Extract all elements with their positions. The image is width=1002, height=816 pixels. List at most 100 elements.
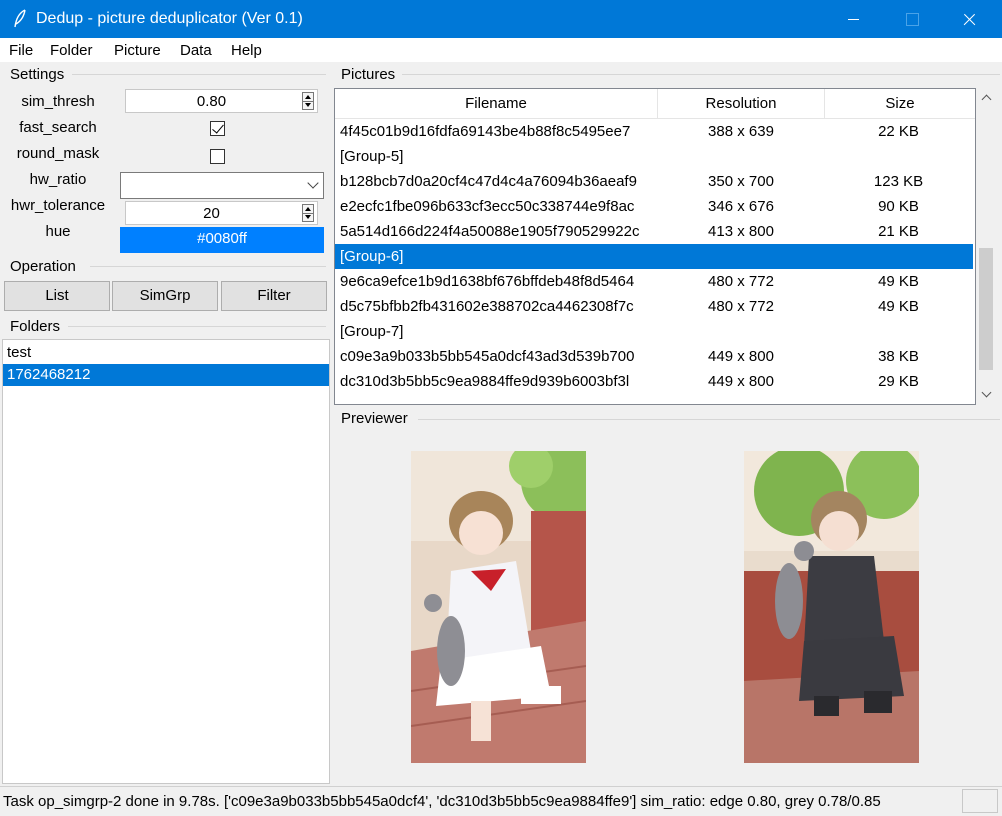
hue-color-button[interactable]: #0080ff xyxy=(120,227,324,253)
scroll-thumb[interactable] xyxy=(979,248,993,370)
filename-cell: [Group-7] xyxy=(340,323,404,340)
resolution-cell xyxy=(658,319,824,344)
group-row[interactable]: [Group-7] xyxy=(335,319,973,344)
scroll-up-icon[interactable] xyxy=(976,88,996,108)
filename-cell: 4f45c01b9d16fdfa69143be4b88f8c5495ee7 xyxy=(340,123,631,140)
size-cell: 49 KB xyxy=(878,273,919,290)
menu-help[interactable]: Help xyxy=(231,42,262,59)
table-row[interactable]: b128bcb7d0a20cf4c47d4c4a76094b36aeaf9 350… xyxy=(335,169,973,194)
resolution-cell: 449 x 800 xyxy=(708,348,774,365)
preview-image-2 xyxy=(744,451,919,763)
folders-frame-label: Folders xyxy=(8,318,63,335)
spin-arrows-icon[interactable] xyxy=(302,204,314,222)
menu-folder[interactable]: Folder xyxy=(50,42,93,59)
size-cell: 22 KB xyxy=(878,123,919,140)
round-mask-label: round_mask xyxy=(16,145,100,162)
folder-item-selected[interactable]: 1762468212 xyxy=(3,364,329,386)
hwr-tolerance-value: 20 xyxy=(203,205,220,222)
fast-search-label: fast_search xyxy=(19,119,97,136)
resolution-cell: 350 x 700 xyxy=(708,173,774,190)
resolution-cell: 413 x 800 xyxy=(708,223,774,240)
filename-cell: 9e6ca9efce1b9d1638bf676bffdeb48f8d5464 xyxy=(340,273,635,290)
list-button[interactable]: List xyxy=(4,281,110,311)
hw-ratio-combobox[interactable] xyxy=(120,172,324,199)
resolution-cell: 480 x 772 xyxy=(708,298,774,315)
group-row[interactable]: [Group-6] xyxy=(335,244,973,269)
resize-grip[interactable] xyxy=(962,789,998,813)
filename-cell: dc310d3b5bb5c9ea9884ffe9d939b6003bf3l xyxy=(340,373,630,390)
size-cell xyxy=(825,244,972,269)
hwr-tolerance-spinbox[interactable]: 20 xyxy=(125,201,318,225)
table-row[interactable]: c09e3a9b033b5bb545a0dcf43ad3d539b700 449 … xyxy=(335,344,973,369)
resolution-cell: 480 x 772 xyxy=(708,273,774,290)
settings-frame-label: Settings xyxy=(8,66,67,83)
table-row[interactable]: dc310d3b5bb5c9ea9884ffe9d939b6003bf3l 449… xyxy=(335,369,973,394)
resolution-cell xyxy=(658,244,824,269)
fast-search-checkbox[interactable] xyxy=(210,121,225,136)
resolution-cell xyxy=(658,144,824,169)
resolution-cell: 346 x 676 xyxy=(708,198,774,215)
table-row[interactable]: 5a514d166d224f4a50088e1905f790529922c 413… xyxy=(335,219,973,244)
folder-item[interactable]: test xyxy=(3,342,329,364)
resolution-cell: 449 x 800 xyxy=(708,373,774,390)
anime-girl-image xyxy=(411,451,586,763)
menu-picture[interactable]: Picture xyxy=(114,42,161,59)
hw-ratio-label: hw_ratio xyxy=(29,171,87,188)
round-mask-checkbox[interactable] xyxy=(210,149,225,164)
folders-listbox[interactable]: test 1762468212 xyxy=(2,339,330,784)
previewer-frame-line xyxy=(418,419,1000,420)
spin-arrows-icon[interactable] xyxy=(302,92,314,110)
status-text: Task op_simgrp-2 done in 9.78s. ['c09e3a… xyxy=(3,793,881,810)
size-cell xyxy=(825,144,972,169)
settings-frame-line xyxy=(72,74,326,75)
column-header-resolution[interactable]: Resolution xyxy=(658,89,825,119)
feather-icon xyxy=(14,9,26,28)
simgrp-button[interactable]: SimGrp xyxy=(112,281,218,311)
group-row[interactable]: [Group-5] xyxy=(335,144,973,169)
window-title: Dedup - picture deduplicator (Ver 0.1) xyxy=(36,10,303,27)
resolution-cell: 388 x 639 xyxy=(708,123,774,140)
filename-cell: c09e3a9b033b5bb545a0dcf43ad3d539b700 xyxy=(340,348,635,365)
size-cell: 90 KB xyxy=(878,198,919,215)
pictures-frame-line xyxy=(402,74,1000,75)
size-cell: 123 KB xyxy=(873,173,924,190)
status-bar: Task op_simgrp-2 done in 9.78s. ['c09e3a… xyxy=(0,786,1002,816)
table-row[interactable]: e2ecfc1fbe096b633cf3ecc50c338744e9f8ac 34… xyxy=(335,194,973,219)
title-bar[interactable]: Dedup - picture deduplicator (Ver 0.1) xyxy=(0,0,1002,38)
table-row[interactable]: d5c75bfbb2fb431602e388702ca4462308f7c 480… xyxy=(335,294,973,319)
table-row[interactable]: 9e6ca9efce1b9d1638bf676bffdeb48f8d5464 48… xyxy=(335,269,973,294)
scroll-down-icon[interactable] xyxy=(976,385,996,405)
minimize-button[interactable] xyxy=(830,0,876,38)
filename-cell: [Group-5] xyxy=(340,148,404,165)
filename-cell: 5a514d166d224f4a50088e1905f790529922c xyxy=(340,223,640,240)
menu-data[interactable]: Data xyxy=(180,42,212,59)
previewer-frame-label: Previewer xyxy=(339,410,410,427)
filename-cell: d5c75bfbb2fb431602e388702ca4462308f7c xyxy=(340,298,634,315)
maximize-button[interactable] xyxy=(888,0,934,38)
filter-button[interactable]: Filter xyxy=(221,281,327,311)
pictures-scrollbar[interactable] xyxy=(976,88,996,405)
filename-cell: [Group-6] xyxy=(340,248,404,265)
menu-file[interactable]: File xyxy=(9,42,33,59)
operation-frame-label: Operation xyxy=(8,258,78,275)
hwr-tolerance-label: hwr_tolerance xyxy=(10,197,106,214)
column-header-filename[interactable]: Filename xyxy=(335,89,658,119)
hue-label: hue xyxy=(45,223,71,240)
filename-cell: b128bcb7d0a20cf4c47d4c4a76094b36aeaf9 xyxy=(340,173,637,190)
size-cell: 21 KB xyxy=(878,223,919,240)
close-button[interactable] xyxy=(946,0,992,38)
preview-image-1 xyxy=(411,451,586,763)
table-row[interactable]: 4f45c01b9d16fdfa69143be4b88f8c5495ee7 388… xyxy=(335,119,973,144)
operation-frame-line xyxy=(90,266,326,267)
column-header-size[interactable]: Size xyxy=(825,89,975,119)
chevron-down-icon[interactable] xyxy=(307,177,319,189)
folders-frame-line xyxy=(68,326,326,327)
sim-thresh-spinbox[interactable]: 0.80 xyxy=(125,89,318,113)
size-cell: 49 KB xyxy=(878,298,919,315)
size-cell: 29 KB xyxy=(878,373,919,390)
size-cell xyxy=(825,319,972,344)
filename-cell: e2ecfc1fbe096b633cf3ecc50c338744e9f8ac xyxy=(340,198,635,215)
pictures-table[interactable]: Filename Resolution Size 4f45c01b9d16fdf… xyxy=(334,88,976,405)
sim-thresh-label: sim_thresh xyxy=(21,93,95,110)
menu-bar: File Folder Picture Data Help xyxy=(0,38,1002,62)
